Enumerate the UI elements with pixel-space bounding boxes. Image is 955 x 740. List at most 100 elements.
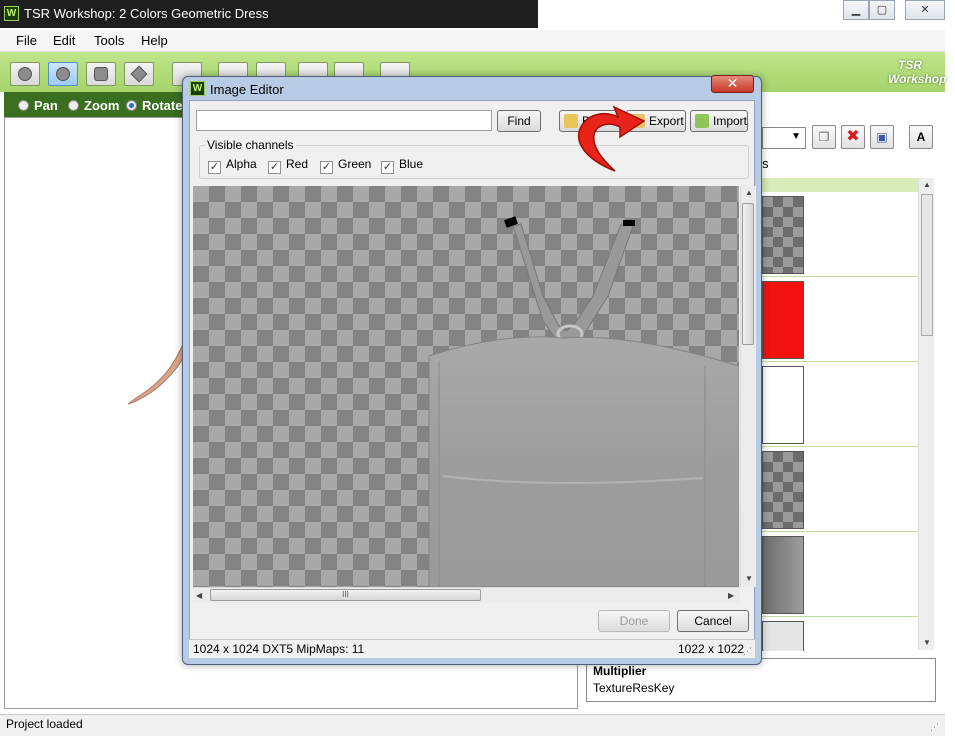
radio-icon [68, 100, 79, 111]
visible-channels-label: Visible channels [205, 138, 296, 152]
red-label: Red [286, 157, 309, 171]
window-title: TSR Workshop: 2 Colors Geometric Dress [24, 6, 269, 21]
checkmark-icon: ✓ [208, 161, 221, 174]
texture-thumbnail [762, 536, 804, 614]
diamond-view-button[interactable] [124, 62, 154, 86]
minimize-icon[interactable]: ▁ [843, 0, 869, 20]
alpha-label: Alpha [226, 157, 257, 171]
scroll-right-icon[interactable]: ▶ [728, 591, 734, 600]
letter-a-icon: A [916, 130, 926, 144]
tab-fragment[interactable]: s [762, 156, 769, 171]
copy-icon: ❐ [818, 130, 830, 144]
texture-thumbnail [762, 621, 804, 651]
sphere-icon [18, 67, 32, 81]
canvas-vertical-scroll-thumb[interactable] [742, 203, 754, 345]
search-input[interactable] [196, 110, 492, 131]
delete-button[interactable]: ✖ [841, 125, 865, 149]
resize-grip-icon[interactable]: ⋰ [930, 722, 939, 733]
pan-radio[interactable]: Pan [18, 98, 58, 113]
menu-file[interactable]: File [16, 33, 37, 48]
texture-thumbnail [762, 281, 804, 359]
hexagon-view-button[interactable] [86, 62, 116, 86]
maximize-icon[interactable]: ▢ [869, 0, 895, 20]
list-item[interactable] [762, 533, 918, 617]
find-button[interactable]: Find [497, 110, 541, 132]
blue-label: Blue [399, 157, 424, 171]
import-label: Import [713, 114, 748, 128]
checkmark-icon: ✓ [320, 161, 333, 174]
title-bar: W TSR Workshop: 2 Colors Geometric Dress [0, 0, 538, 28]
copy-button[interactable]: ❐ [812, 125, 836, 149]
list-item[interactable] [762, 193, 918, 277]
radio-icon [18, 100, 29, 111]
tsr-workshop-logo: TSR Workshop [870, 58, 947, 92]
close-icon: ✕ [726, 75, 739, 91]
menu-help[interactable]: Help [141, 33, 168, 48]
save-icon: ▣ [876, 130, 888, 144]
rotate-radio[interactable]: Rotate [126, 98, 183, 113]
resize-grip-icon[interactable]: ⋰ [743, 646, 752, 657]
list-item[interactable] [762, 618, 918, 651]
alpha-checkbox[interactable]: ✓ Alpha [208, 157, 257, 174]
dialog-title: Image Editor [210, 82, 284, 97]
chevron-down-icon: ▼ [791, 131, 801, 142]
sphere-view-button[interactable] [10, 62, 40, 86]
zoom-label: Zoom [84, 98, 120, 113]
preset-dropdown[interactable]: ▼ [762, 127, 806, 149]
cylinder-view-button[interactable] [48, 62, 78, 86]
menu-bar: File Edit Tools Help [0, 30, 945, 52]
text-button[interactable]: A [909, 125, 933, 149]
image-dimensions: 1022 x 1022 [678, 642, 745, 656]
image-format-info: 1024 x 1024 DXT5 MipMaps: 11 [193, 642, 365, 656]
texture-thumbnail [762, 366, 804, 444]
close-icon[interactable]: ✕ [905, 0, 945, 20]
image-canvas[interactable] [193, 186, 739, 587]
save-button[interactable]: ▣ [870, 125, 894, 149]
dialog-close-button[interactable]: ✕ [711, 75, 754, 93]
canvas-horizontal-scroll-thumb[interactable]: III [210, 589, 481, 601]
scroll-down-icon[interactable]: ▼ [745, 574, 753, 583]
window-controls: ▁ ▢ ✕ [843, 0, 955, 20]
scroll-thumb[interactable] [921, 194, 933, 336]
logo-line-2: Workshop [888, 72, 947, 86]
scroll-up-icon[interactable]: ▲ [923, 180, 931, 189]
done-button[interactable]: Done [598, 610, 670, 632]
scroll-down-icon[interactable]: ▼ [923, 638, 931, 647]
pan-label: Pan [34, 98, 58, 113]
list-header [762, 178, 920, 192]
logo-line-1: TSR [898, 58, 922, 72]
blue-checkbox[interactable]: ✓ Blue [381, 157, 423, 174]
rotate-label: Rotate [142, 98, 183, 113]
diamond-icon [130, 65, 148, 83]
dialog-app-icon: W [190, 81, 205, 96]
list-scrollbar[interactable]: ▲ ▼ [918, 178, 934, 650]
property-value: TextureResKey [593, 681, 675, 695]
checkmark-icon: ✓ [381, 161, 394, 174]
red-arrow-annotation-icon [577, 105, 645, 172]
cylinder-icon [56, 67, 70, 81]
export-label: Export [649, 114, 684, 128]
list-item[interactable] [762, 363, 918, 447]
menu-edit[interactable]: Edit [53, 33, 75, 48]
zoom-radio[interactable]: Zoom [68, 98, 120, 113]
scroll-up-icon[interactable]: ▲ [745, 188, 753, 197]
property-name: Multiplier [593, 664, 647, 678]
list-item[interactable] [762, 448, 918, 532]
dress-texture [428, 216, 739, 587]
scroll-left-icon[interactable]: ◀ [196, 591, 202, 600]
green-checkbox[interactable]: ✓ Green [320, 157, 371, 174]
list-item[interactable] [762, 278, 918, 362]
status-text: Project loaded [6, 717, 83, 731]
hexagon-icon [94, 67, 108, 81]
app-icon: W [4, 6, 19, 21]
texture-thumbnail [762, 451, 804, 529]
radio-selected-icon [126, 100, 137, 111]
texture-thumbnail [762, 196, 804, 274]
checkmark-icon: ✓ [268, 161, 281, 174]
red-checkbox[interactable]: ✓ Red [268, 157, 308, 174]
cancel-button[interactable]: Cancel [677, 610, 749, 632]
delete-x-icon: ✖ [846, 128, 860, 145]
texture-list[interactable] [762, 193, 918, 651]
import-button[interactable]: Import [690, 110, 748, 132]
menu-tools[interactable]: Tools [94, 33, 124, 48]
